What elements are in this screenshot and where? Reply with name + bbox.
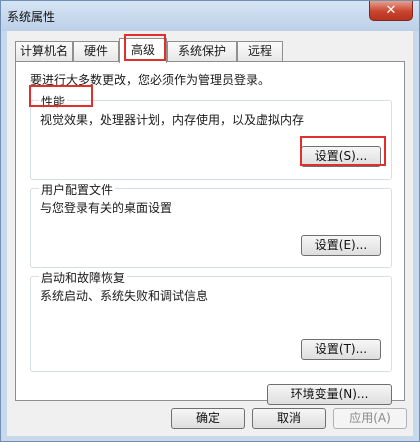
advanced-tab-panel: 要进行大多数更改，您必须作为管理员登录。 性能 视觉效果，处理器计划，内存使用，… [15, 61, 405, 405]
system-properties-window: 系统属性 ✕ 计算机名 硬件 高级 系统保护 远程 要进行大多数更改，您必须作为… [0, 0, 420, 442]
ok-button[interactable]: 确定 [171, 408, 245, 429]
performance-group-title: 性能 [39, 93, 68, 110]
dialog-client-area: 计算机名 硬件 高级 系统保护 远程 要进行大多数更改，您必须作为管理员登录。 … [7, 31, 413, 436]
title-bar[interactable]: 系统属性 ✕ [1, 1, 419, 31]
window-title: 系统属性 [7, 10, 56, 24]
environment-variables-button[interactable]: 环境变量(N)... [267, 384, 392, 405]
startup-recovery-settings-button[interactable]: 设置(T)... [301, 339, 381, 360]
close-button[interactable]: ✕ [369, 1, 413, 21]
startup-recovery-group-title: 启动和故障恢复 [39, 269, 128, 286]
user-profiles-description: 与您登录有关的桌面设置 [40, 201, 173, 215]
startup-recovery-description: 系统启动、系统失败和调试信息 [40, 289, 209, 303]
performance-description: 视觉效果，处理器计划，内存使用，以及虚拟内存 [40, 113, 305, 127]
user-profiles-group: 用户配置文件 与您登录有关的桌面设置 设置(E)... [30, 181, 392, 268]
startup-recovery-group: 启动和故障恢复 系统启动、系统失败和调试信息 设置(T)... [30, 269, 392, 372]
tab-advanced[interactable]: 高级 [119, 38, 167, 63]
apply-button[interactable]: 应用(A) [333, 408, 407, 429]
tab-computer-name[interactable]: 计算机名 [15, 41, 73, 62]
user-profiles-settings-button[interactable]: 设置(E)... [301, 235, 381, 256]
cancel-button[interactable]: 取消 [252, 408, 326, 429]
tab-remote[interactable]: 远程 [237, 41, 283, 62]
admin-notice: 要进行大多数更改，您必须作为管理员登录。 [30, 73, 271, 87]
tab-hardware[interactable]: 硬件 [73, 41, 119, 62]
tab-system-protection[interactable]: 系统保护 [167, 41, 237, 62]
performance-settings-button[interactable]: 设置(S)... [301, 146, 381, 167]
user-profiles-group-title: 用户配置文件 [39, 181, 116, 198]
performance-group: 性能 视觉效果，处理器计划，内存使用，以及虚拟内存 设置(S)... [30, 93, 392, 180]
